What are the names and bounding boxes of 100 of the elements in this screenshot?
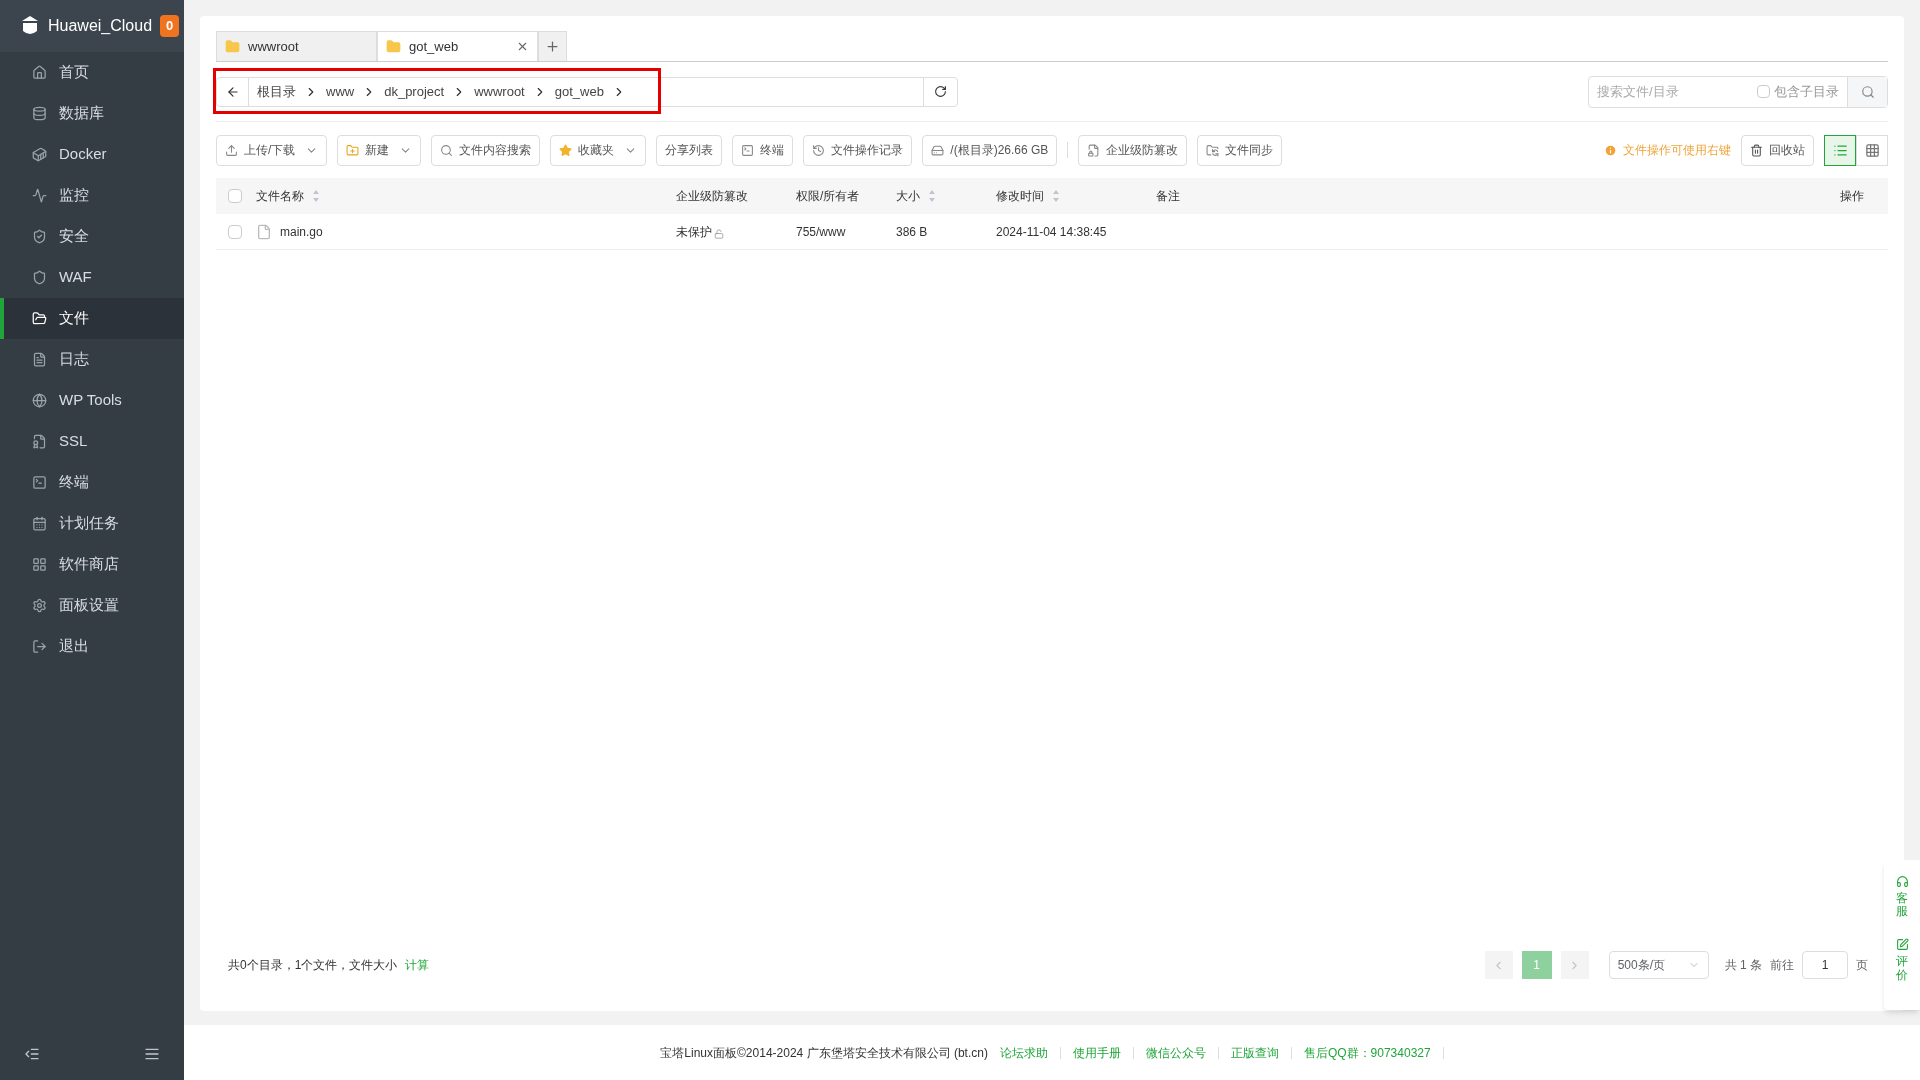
toolbar-button[interactable]: /(根目录)26.66 GB	[922, 134, 1058, 166]
toolbar-button[interactable]: 文件操作记录	[803, 134, 913, 166]
back-arrow-icon	[225, 84, 240, 99]
file-name[interactable]: main.go	[280, 222, 323, 241]
database-icon	[32, 106, 47, 121]
toolbar-button[interactable]: 新建	[337, 134, 422, 166]
search-icon	[440, 143, 454, 157]
column-header: 权限/所有者	[796, 188, 860, 205]
plus-icon	[545, 39, 560, 54]
sidebar-item[interactable]: 首页	[0, 52, 184, 93]
breadcrumb-item[interactable]: www	[318, 81, 363, 102]
logo-icon	[20, 15, 40, 37]
row-checkbox[interactable]	[228, 224, 242, 239]
drive-icon	[931, 143, 945, 157]
breadcrumb-item[interactable]: dk_project	[376, 81, 453, 102]
sidebar-item[interactable]: 软件商店	[0, 544, 184, 585]
column-header: 操作	[1840, 188, 1864, 205]
grid-icon	[1864, 142, 1880, 158]
sidebar-item[interactable]: 文件	[0, 298, 184, 339]
file-lock-icon	[1087, 143, 1101, 157]
grid-icon	[32, 557, 47, 572]
edit-icon	[1895, 938, 1909, 952]
folder-tab[interactable]: got_web	[377, 31, 538, 61]
brand-name: Huawei_Cloud	[48, 16, 153, 36]
total-count: 共 1 条	[1724, 957, 1762, 974]
list-view-button[interactable]	[1824, 134, 1856, 166]
certificate-icon	[32, 434, 47, 449]
sidebar-item[interactable]: 数据库	[0, 93, 184, 134]
sort-icon[interactable]	[312, 189, 320, 203]
search-button[interactable]	[1847, 76, 1887, 107]
toolbar-button[interactable]: 终端	[732, 134, 794, 166]
sidebar-item[interactable]: WP Tools	[0, 380, 184, 421]
sort-icon[interactable]	[1052, 189, 1060, 203]
globe-icon	[32, 393, 47, 408]
headset-icon	[1895, 875, 1909, 888]
new-tab-button[interactable]	[538, 31, 567, 61]
container-icon	[32, 147, 47, 162]
shield-icon	[32, 270, 47, 285]
toolbar-button[interactable]: 上传/下载	[216, 134, 328, 166]
refresh-icon	[934, 85, 947, 98]
sidebar-item[interactable]: 监控	[0, 175, 184, 216]
column-header: 修改时间	[996, 188, 1044, 205]
page-number-field[interactable]: 1	[1802, 951, 1848, 979]
unlock-icon[interactable]	[714, 228, 724, 239]
sidebar-item[interactable]: SSL	[0, 421, 184, 462]
table-cell-text: 2024-11-04 14:38:45	[996, 223, 1108, 241]
terminal-icon	[741, 143, 755, 157]
search-icon	[1860, 84, 1875, 99]
shield-icon	[32, 229, 47, 244]
toolbar-button[interactable]: 企业级防篡改	[1078, 134, 1188, 166]
sidebar-item[interactable]: 安全	[0, 216, 184, 257]
history-icon	[812, 143, 826, 157]
trash-icon	[1750, 143, 1763, 157]
sidebar-item[interactable]: 日志	[0, 339, 184, 380]
sidebar-item[interactable]: 退出	[0, 626, 184, 667]
breadcrumb-item[interactable]: got_web	[546, 81, 612, 102]
terminal-icon	[32, 475, 47, 490]
notification-badge: 0	[160, 15, 180, 37]
info-icon	[1604, 143, 1617, 157]
copyright-text: 宝塔Linux面板©2014-2024 广东堡塔安全技术有限公司 (bt.cn)	[660, 1044, 988, 1062]
logout-icon	[32, 639, 47, 654]
upload-icon	[225, 143, 238, 157]
calendar-icon	[32, 516, 47, 531]
collapse-icon[interactable]	[24, 1046, 40, 1062]
toolbar-button[interactable]: 收藏夹	[550, 134, 647, 166]
folder-tab[interactable]: wwwroot	[216, 31, 377, 61]
sidebar-item[interactable]: WAF	[0, 257, 184, 298]
sidebar-item[interactable]: 终端	[0, 462, 184, 503]
select-all-checkbox[interactable]	[228, 189, 242, 203]
toolbar-button[interactable]: 分享列表	[656, 134, 723, 166]
menu-icon[interactable]	[144, 1046, 160, 1062]
folder-icon	[386, 39, 401, 54]
file-icon	[256, 223, 272, 240]
home-icon	[32, 65, 47, 80]
folder-icon	[32, 311, 47, 326]
table-cell-text: 386 B	[896, 223, 929, 241]
chart-icon	[32, 188, 47, 203]
column-header: 备注	[1156, 188, 1180, 205]
breadcrumb-item[interactable]: 根目录	[249, 81, 304, 102]
grid-view-button[interactable]	[1856, 134, 1888, 166]
folder-sync-icon	[1206, 143, 1220, 157]
folder-plus-icon	[346, 143, 360, 157]
star-icon	[559, 143, 573, 157]
table-cell-text: 755/www	[796, 223, 847, 241]
column-header: 企业级防篡改	[676, 188, 748, 205]
sidebar-item[interactable]: 面板设置	[0, 585, 184, 626]
next-page-button[interactable]	[1560, 951, 1589, 979]
column-header: 大小	[896, 188, 920, 205]
sort-icon[interactable]	[928, 189, 936, 203]
page-size-select[interactable]: 500条/页	[1608, 951, 1709, 979]
folder-icon	[225, 39, 240, 54]
sidebar-item[interactable]: Docker	[0, 134, 184, 175]
recycle-bin-button[interactable]: 回收站	[1741, 134, 1814, 166]
close-icon[interactable]	[516, 40, 529, 53]
list-icon	[1832, 142, 1848, 158]
sidebar-item[interactable]: 计划任务	[0, 503, 184, 544]
breadcrumb-item[interactable]: wwwroot	[466, 81, 533, 102]
toolbar-button[interactable]: 文件同步	[1197, 134, 1283, 166]
prev-page-button[interactable]	[1484, 951, 1513, 979]
toolbar-button[interactable]: 文件内容搜索	[431, 134, 541, 166]
